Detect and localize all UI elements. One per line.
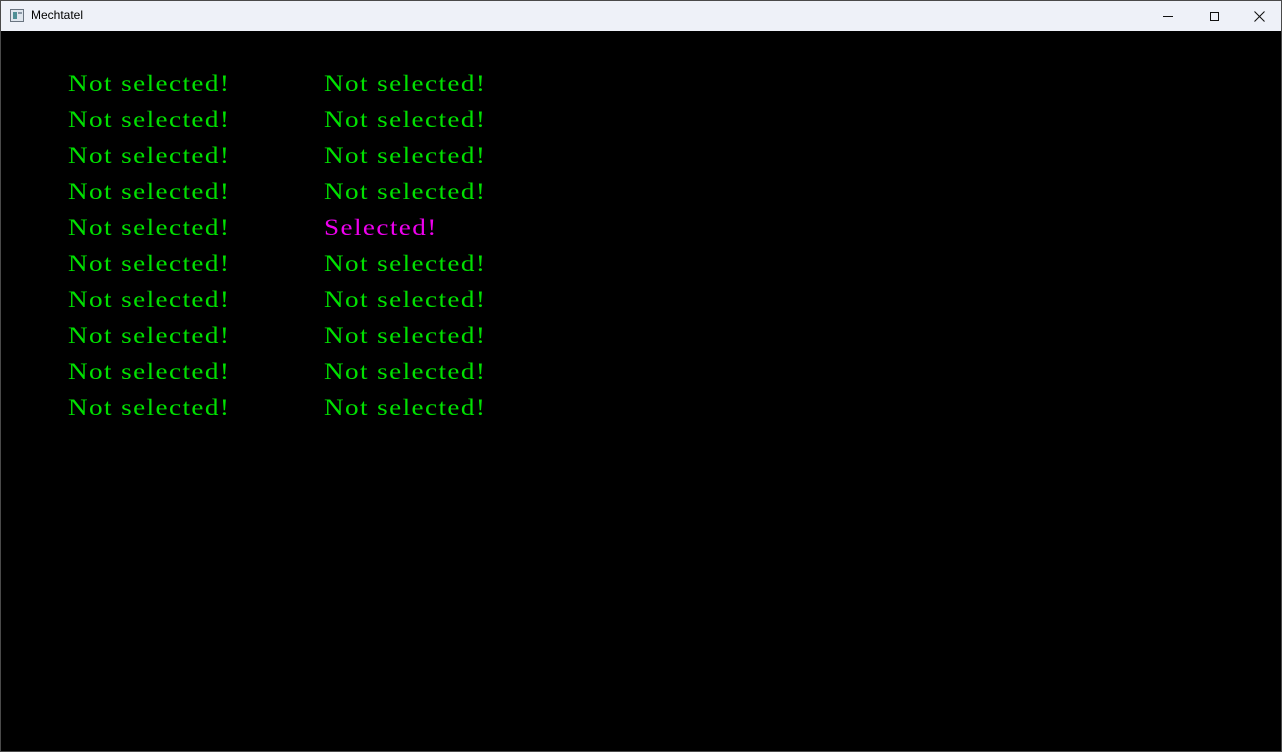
window-title: Mechtatel xyxy=(31,8,84,22)
app-icon xyxy=(10,9,24,22)
close-icon xyxy=(1253,10,1265,22)
selection-grid: Not selected! Not selected! Not selected! N… xyxy=(68,66,580,426)
maximize-button[interactable] xyxy=(1191,1,1237,31)
grid-item[interactable]: Not selected! xyxy=(324,138,626,174)
render-canvas[interactable]: Not selected! Not selected! Not selected! N… xyxy=(1,31,1281,751)
grid-item[interactable]: Not selected! xyxy=(324,174,626,210)
minimize-button[interactable] xyxy=(1145,1,1191,31)
app-window: Mechtatel Not selected! Not selected! Not … xyxy=(0,0,1282,752)
grid-item[interactable]: Not selected! xyxy=(324,246,626,282)
grid-item[interactable]: Not selected! xyxy=(324,390,626,426)
close-button[interactable] xyxy=(1236,1,1282,31)
maximize-icon xyxy=(1209,11,1219,21)
grid-item[interactable]: Not selected! xyxy=(324,66,626,102)
grid-item[interactable]: Not selected! xyxy=(324,282,626,318)
grid-item[interactable]: Not selected! xyxy=(324,102,626,138)
grid-item-selected[interactable]: Selected! xyxy=(324,210,626,246)
grid-item[interactable]: Not selected! xyxy=(324,354,626,390)
minimize-icon xyxy=(1163,15,1173,17)
grid-item[interactable]: Not selected! xyxy=(324,318,626,354)
title-bar[interactable]: Mechtatel xyxy=(1,1,1281,31)
